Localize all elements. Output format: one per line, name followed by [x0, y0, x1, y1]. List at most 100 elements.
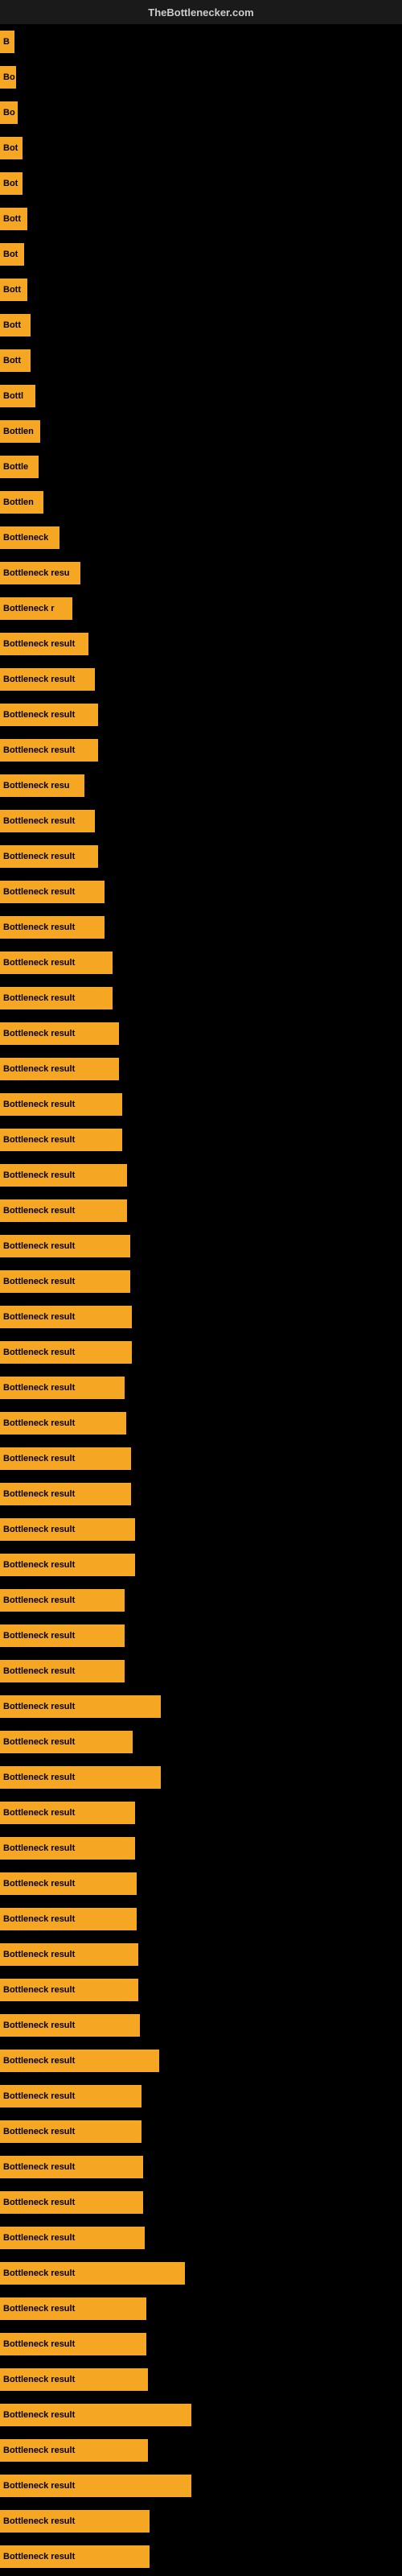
bar-item: Bottleneck result [0, 1979, 138, 2001]
bar-item: Bottleneck result [0, 881, 105, 903]
bar-label: Bottleneck result [3, 1773, 75, 1782]
bar-label: Bottlen [3, 427, 34, 436]
bar-item: Bottleneck result [0, 668, 95, 691]
bar-item: Bottleneck result [0, 2085, 142, 2107]
bar-label: Bot [3, 179, 18, 188]
bar-label: Bottleneck resu [3, 781, 70, 791]
bar-item: Bottleneck resu [0, 562, 80, 584]
bar-item: Bo [0, 101, 18, 124]
bar-label: Bottleneck [3, 533, 48, 543]
bar-label: Bott [3, 285, 21, 295]
bar-item: Bottleneck result [0, 1164, 127, 1187]
bar-item: Bottleneck result [0, 2297, 146, 2320]
bar-item: Bottleneck result [0, 2545, 150, 2568]
bar-label: Bottleneck result [3, 1985, 75, 1995]
bar-label: Bo [3, 72, 15, 82]
bar-item: Bottle [0, 456, 39, 478]
bar-label: Bottl [3, 391, 23, 401]
bar-label: Bottleneck result [3, 1029, 75, 1038]
bar-label: Bot [3, 250, 18, 259]
bar-label: Bot [3, 143, 18, 153]
bar-label: Bottleneck result [3, 1418, 75, 1428]
bar-item: B [0, 31, 14, 53]
bar-label: Bott [3, 320, 21, 330]
bar-label: Bottleneck result [3, 958, 75, 968]
bar-label: Bottleneck result [3, 1100, 75, 1109]
bar-item: Bottleneck result [0, 1306, 132, 1328]
bar-label: Bottleneck result [3, 2233, 75, 2243]
bar-label: Bottleneck result [3, 1277, 75, 1286]
bar-item: Bottleneck result [0, 987, 113, 1009]
bar-label: Bottleneck result [3, 1206, 75, 1216]
bar-label: Bottleneck result [3, 993, 75, 1003]
bar-item: Bottleneck result [0, 2191, 143, 2214]
bar-label: Bottle [3, 462, 28, 472]
bar-item: Bottleneck result [0, 1766, 161, 1789]
bar-label: Bottleneck result [3, 639, 75, 649]
bar-label: Bottleneck result [3, 1666, 75, 1676]
bar-item: Bottleneck result [0, 1022, 119, 1045]
bar-item: Bottleneck result [0, 1589, 125, 1612]
bar-label: Bottleneck result [3, 1950, 75, 1959]
bar-item: Bottleneck result [0, 2475, 191, 2497]
bar-item: Bottl [0, 385, 35, 407]
bar-label: Bottleneck result [3, 1383, 75, 1393]
bar-item: Bottleneck result [0, 1624, 125, 1647]
bar-item: Bottleneck result [0, 1483, 131, 1505]
bar-item: Bottleneck result [0, 2439, 148, 2462]
bar-item: Bottleneck result [0, 1518, 135, 1541]
bar-item: Bottleneck result [0, 2368, 148, 2391]
bar-item: Bottleneck result [0, 2120, 142, 2143]
bar-label: Bottleneck result [3, 2091, 75, 2101]
bar-item: Bottleneck result [0, 2227, 145, 2249]
bar-item: Bottleneck result [0, 1235, 130, 1257]
bar-item: Bottleneck result [0, 1943, 138, 1966]
bar-label: Bo [3, 108, 15, 118]
bar-item: Bottleneck result [0, 2050, 159, 2072]
bar-item: Bottleneck result [0, 916, 105, 939]
bar-label: Bottleneck result [3, 1135, 75, 1145]
bar-label: Bottleneck r [3, 604, 55, 613]
bar-label: Bottleneck result [3, 2446, 75, 2455]
bar-item: Bottleneck result [0, 1129, 122, 1151]
bar-item: Bottleneck result [0, 845, 98, 868]
bar-item: Bottleneck result [0, 704, 98, 726]
bar-item: Bottleneck resu [0, 774, 84, 797]
bar-item: Bottleneck result [0, 1837, 135, 1860]
bar-label: Bottleneck result [3, 2516, 75, 2526]
bar-item: Bottleneck result [0, 1093, 122, 1116]
bar-label: Bottleneck result [3, 1064, 75, 1074]
bar-label: Bottleneck result [3, 1596, 75, 1605]
bar-item: Bottlen [0, 491, 43, 514]
bar-item: Bott [0, 208, 27, 230]
bar-label: Bottleneck result [3, 923, 75, 932]
bar-item: Bottleneck r [0, 597, 72, 620]
bar-label: Bott [3, 214, 21, 224]
bar-label: Bottleneck result [3, 2127, 75, 2136]
bar-item: Bottleneck result [0, 1660, 125, 1682]
bar-label: Bottleneck result [3, 745, 75, 755]
bar-item: Bottleneck result [0, 810, 95, 832]
bar-label: Bottleneck result [3, 1489, 75, 1499]
bar-label: Bott [3, 356, 21, 365]
bar-label: Bottleneck result [3, 2056, 75, 2066]
bar-item: Bot [0, 243, 24, 266]
bar-label: Bottleneck result [3, 675, 75, 684]
bar-label: Bottleneck result [3, 1914, 75, 1924]
bar-item: Bottleneck result [0, 2262, 185, 2285]
bar-item: Bottleneck result [0, 2404, 191, 2426]
bar-item: Bottleneck result [0, 739, 98, 762]
bar-label: Bottleneck result [3, 2481, 75, 2491]
bar-item: Bott [0, 314, 31, 336]
bar-item: Bottlen [0, 420, 40, 443]
bar-label: Bottleneck result [3, 887, 75, 897]
bar-label: Bottleneck result [3, 2021, 75, 2030]
bar-label: Bottleneck result [3, 1843, 75, 1853]
bar-item: Bottleneck result [0, 2333, 146, 2355]
bar-label: Bottleneck result [3, 1170, 75, 1180]
bar-item: Bottleneck result [0, 1377, 125, 1399]
bar-label: Bottleneck result [3, 2304, 75, 2314]
bar-label: Bottleneck result [3, 2552, 75, 2562]
bar-label: Bottleneck result [3, 1808, 75, 1818]
bar-item: Bottleneck result [0, 1447, 131, 1470]
